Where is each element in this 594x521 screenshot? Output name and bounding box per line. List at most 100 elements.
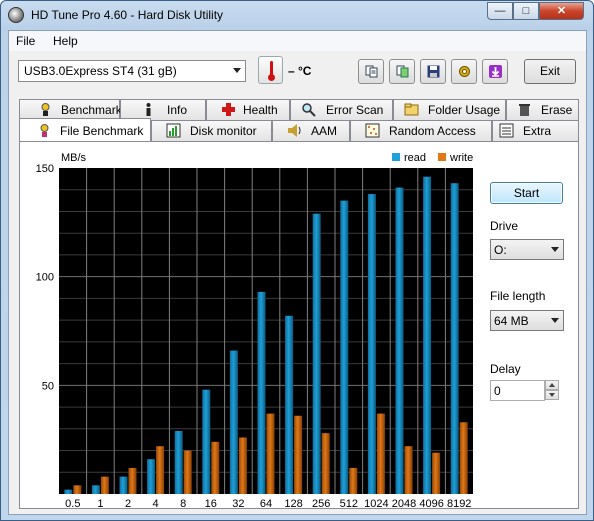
copy-text-button[interactable] — [358, 59, 384, 84]
minimize-button[interactable]: — — [487, 2, 513, 20]
bar-read-512 — [340, 200, 349, 494]
exit-button[interactable]: Exit — [524, 59, 576, 84]
menu-help[interactable]: Help — [53, 34, 78, 48]
bar-read-32 — [229, 350, 238, 494]
drive-letter-select[interactable]: O: — [490, 239, 564, 260]
x-tick-label: 0.5 — [65, 498, 80, 510]
bar-write-512 — [349, 467, 358, 494]
download-button[interactable] — [482, 59, 508, 84]
tab-erase-label: Erase — [541, 103, 573, 117]
bar-write-4096 — [432, 452, 441, 494]
y-tick-label: 50 — [42, 380, 54, 392]
bar-read-1 — [91, 485, 100, 494]
bar-write-0.5 — [73, 485, 82, 494]
y-axis-label: MB/s — [61, 152, 87, 164]
client-area: File Help USB3.0Express ST4 (31 gB) – °C — [8, 30, 587, 515]
bar-write-128 — [294, 415, 303, 494]
bar-read-16 — [202, 389, 211, 494]
x-tick-label: 2048 — [392, 498, 416, 510]
legend-write-label: write — [449, 152, 473, 164]
drive-label: Drive — [490, 219, 519, 233]
bar-write-256 — [321, 433, 330, 494]
speaker-icon — [288, 124, 301, 137]
bar-write-2 — [128, 467, 137, 494]
bar-read-8192 — [450, 183, 459, 495]
file-length-select[interactable]: 64 MB — [490, 310, 564, 331]
bar-write-8 — [183, 450, 192, 494]
thermometer-icon — [258, 56, 283, 84]
legend-read-label: read — [404, 152, 426, 164]
menu-file[interactable]: File — [16, 34, 35, 48]
bar-read-2 — [119, 476, 128, 494]
legend-read-swatch — [392, 153, 400, 161]
tab-info[interactable]: Info — [120, 99, 206, 120]
app-icon — [8, 7, 24, 23]
bar-write-64 — [266, 413, 275, 494]
x-tick-label: 8192 — [447, 498, 471, 510]
options-button[interactable] — [451, 59, 477, 84]
copy-screenshot-button[interactable] — [389, 59, 415, 84]
chevron-down-icon — [233, 68, 241, 73]
tab-folder-usage-label: Folder Usage — [428, 103, 501, 117]
copy-text-icon — [365, 65, 378, 78]
copy-screenshot-icon — [396, 65, 409, 78]
delay-label: Delay — [490, 362, 521, 376]
chevron-up-icon — [549, 383, 555, 387]
x-tick-label: 16 — [205, 498, 217, 510]
drive-select-value: USB3.0Express ST4 (31 gB) — [24, 64, 177, 78]
delay-input[interactable]: 0 — [490, 380, 545, 401]
bar-read-256 — [312, 213, 321, 494]
tab-disk-monitor[interactable]: Disk monitor — [151, 120, 272, 141]
spin-up-button[interactable] — [545, 380, 559, 390]
tab-benchmark-label: Benchmark — [61, 103, 122, 117]
bar-write-16 — [211, 441, 220, 494]
drive-letter-value: O: — [494, 243, 507, 257]
delay-spinner[interactable] — [545, 380, 559, 401]
close-button[interactable]: ✕ — [539, 2, 584, 20]
bar-read-4 — [147, 459, 156, 494]
spin-down-button[interactable] — [545, 390, 559, 400]
tab-benchmark[interactable]: Benchmark — [19, 99, 122, 120]
tab-aam[interactable]: AAM — [272, 120, 350, 141]
transfer-rate-chart: 50 100 150 MB/s 0.5 1 2 4 8 16 32 64 128 256 512 1024 20… — [36, 152, 474, 510]
bar-write-2048 — [404, 446, 413, 494]
drive-select[interactable]: USB3.0Express ST4 (31 gB) — [18, 60, 246, 82]
bar-read-2048 — [395, 187, 404, 494]
maximize-button[interactable]: □ — [513, 2, 539, 20]
chevron-down-icon — [551, 318, 559, 323]
y-tick-label: 150 — [36, 163, 54, 175]
extra-tests-icon — [499, 123, 514, 138]
file-benchmark-icon — [40, 124, 49, 137]
start-button[interactable]: Start — [490, 182, 563, 204]
benchmark-icon — [41, 103, 50, 116]
tab-health[interactable]: Health — [206, 99, 290, 120]
title-bar[interactable]: HD Tune Pro 4.60 - Hard Disk Utility — □… — [1, 1, 593, 29]
x-tick-label: 1024 — [364, 498, 388, 510]
legend-write-swatch — [438, 153, 446, 161]
tab-random-access[interactable]: Random Access — [350, 120, 492, 141]
y-tick-label: 100 — [36, 272, 54, 284]
x-tick-label: 256 — [312, 498, 330, 510]
tab-erase[interactable]: Erase — [506, 99, 579, 120]
x-tick-label: 128 — [284, 498, 302, 510]
file-length-value: 64 MB — [494, 314, 529, 328]
tab-file-benchmark-label: File Benchmark — [60, 124, 144, 138]
x-tick-label: 4096 — [419, 498, 443, 510]
chevron-down-icon — [549, 393, 555, 397]
bar-write-8192 — [459, 422, 468, 494]
bar-read-1024 — [367, 194, 376, 494]
tab-file-benchmark[interactable]: File Benchmark — [19, 118, 151, 141]
tab-error-scan[interactable]: Error Scan — [290, 99, 393, 120]
temperature-readout: – °C — [288, 64, 312, 78]
disk-monitor-icon — [166, 123, 181, 138]
tab-extra-tests[interactable]: Extra tests — [492, 120, 579, 152]
tab-row-top: Benchmark Info Health Error Scan Folder … — [19, 99, 579, 120]
x-tick-label: 4 — [153, 498, 159, 510]
save-button[interactable] — [420, 59, 446, 84]
x-tick-label: 64 — [260, 498, 272, 510]
error-scan-icon — [302, 103, 316, 117]
x-tick-label: 512 — [340, 498, 358, 510]
x-tick-label: 2 — [125, 498, 131, 510]
tab-row-bottom: File Benchmark Disk monitor AAM Random A… — [19, 118, 579, 152]
tab-folder-usage[interactable]: Folder Usage — [393, 99, 506, 120]
